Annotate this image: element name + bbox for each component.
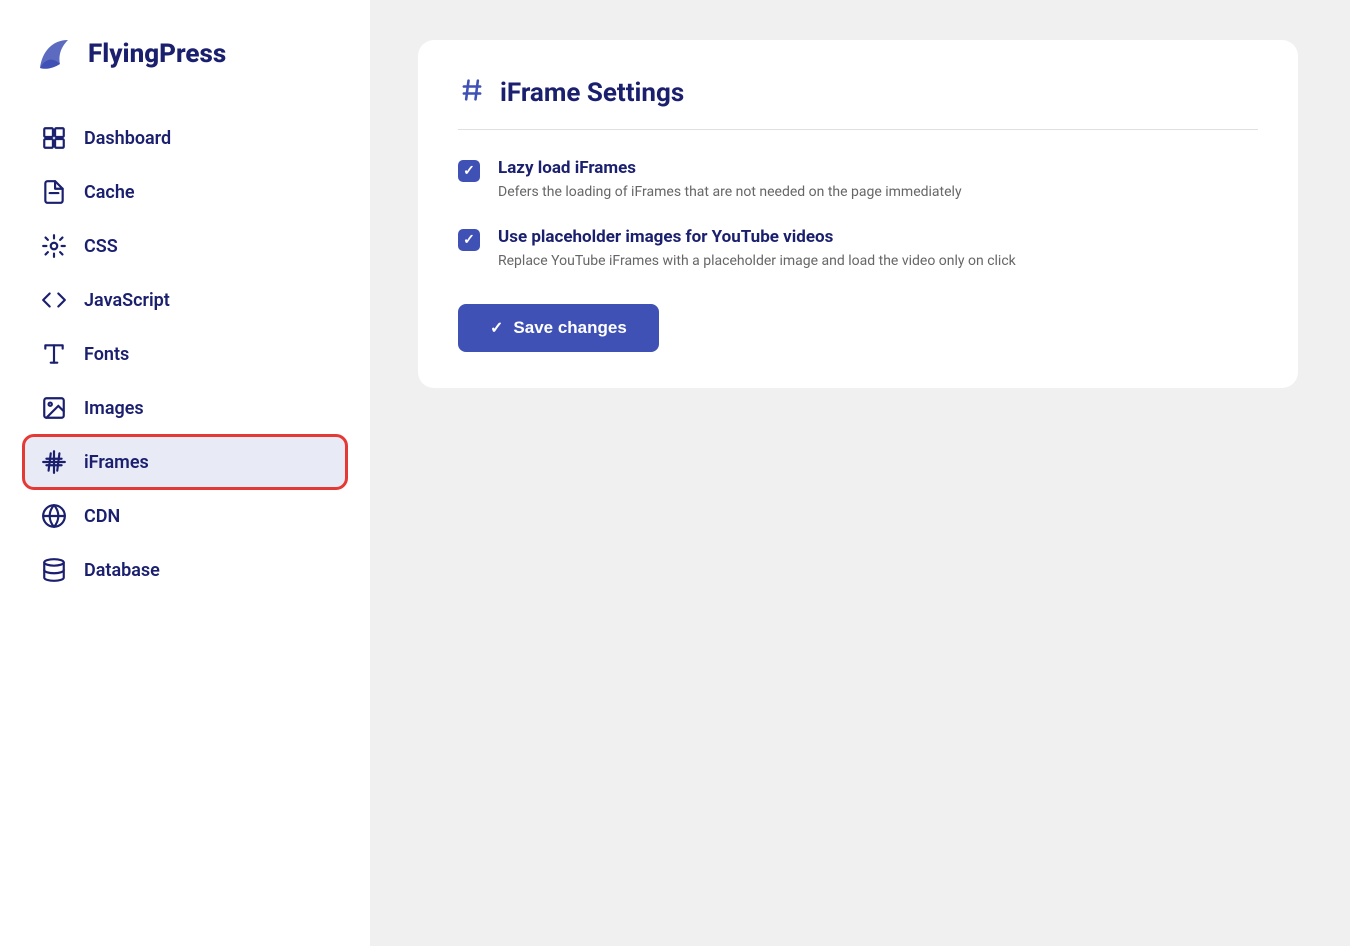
javascript-icon: [40, 286, 68, 314]
iframes-icon: [40, 448, 68, 476]
settings-section: ✓ Lazy load iFrames Defers the loading o…: [458, 158, 1258, 272]
logo-icon: [32, 32, 76, 76]
setting-text-placeholder: Use placeholder images for YouTube video…: [498, 227, 1016, 272]
save-button-label: Save changes: [513, 318, 626, 338]
sidebar-item-javascript[interactable]: JavaScript: [24, 274, 346, 326]
save-check-icon: ✓: [490, 318, 503, 338]
dashboard-icon: [40, 124, 68, 152]
setting-desc-lazy-load: Defers the loading of iFrames that are n…: [498, 182, 962, 203]
cdn-icon: [40, 502, 68, 530]
sidebar: FlyingPress Dashboard: [0, 0, 370, 946]
checkbox-placeholder[interactable]: ✓: [458, 229, 480, 251]
css-icon: [40, 232, 68, 260]
sidebar-item-cdn-label: CDN: [84, 506, 120, 527]
sidebar-item-iframes[interactable]: iFrames: [24, 436, 346, 488]
checkmark-lazy-load: ✓: [463, 163, 475, 179]
setting-text-lazy-load: Lazy load iFrames Defers the loading of …: [498, 158, 962, 203]
page-title-icon: [458, 76, 486, 109]
logo-area: FlyingPress: [24, 32, 346, 76]
database-icon: [40, 556, 68, 584]
setting-label-placeholder: Use placeholder images for YouTube video…: [498, 227, 1016, 247]
page-title: iFrame Settings: [500, 78, 684, 108]
nav-list: Dashboard Cache CSS: [24, 112, 346, 596]
images-icon: [40, 394, 68, 422]
sidebar-item-iframes-label: iFrames: [84, 452, 149, 473]
checkbox-lazy-load-box[interactable]: ✓: [458, 160, 480, 182]
sidebar-item-database-label: Database: [84, 560, 160, 581]
app-name: FlyingPress: [88, 39, 226, 69]
cache-icon: [40, 178, 68, 206]
sidebar-item-cache-label: Cache: [84, 182, 135, 203]
settings-card: iFrame Settings ✓ Lazy load iFrames Defe…: [418, 40, 1298, 388]
sidebar-item-cache[interactable]: Cache: [24, 166, 346, 218]
card-title-row: iFrame Settings: [458, 76, 1258, 130]
sidebar-item-fonts-label: Fonts: [84, 344, 129, 365]
sidebar-item-css[interactable]: CSS: [24, 220, 346, 272]
sidebar-item-css-label: CSS: [84, 236, 118, 257]
setting-row-placeholder: ✓ Use placeholder images for YouTube vid…: [458, 227, 1258, 272]
sidebar-item-javascript-label: JavaScript: [84, 290, 170, 311]
sidebar-item-dashboard[interactable]: Dashboard: [24, 112, 346, 164]
checkbox-lazy-load[interactable]: ✓: [458, 160, 480, 182]
sidebar-item-dashboard-label: Dashboard: [84, 128, 171, 149]
setting-label-lazy-load: Lazy load iFrames: [498, 158, 962, 178]
checkmark-placeholder: ✓: [463, 232, 475, 248]
sidebar-item-database[interactable]: Database: [24, 544, 346, 596]
sidebar-item-fonts[interactable]: Fonts: [24, 328, 346, 380]
setting-desc-placeholder: Replace YouTube iFrames with a placehold…: [498, 251, 1016, 272]
main-content: iFrame Settings ✓ Lazy load iFrames Defe…: [370, 0, 1350, 946]
sidebar-item-images-label: Images: [84, 398, 144, 419]
setting-row-lazy-load: ✓ Lazy load iFrames Defers the loading o…: [458, 158, 1258, 203]
sidebar-item-images[interactable]: Images: [24, 382, 346, 434]
sidebar-item-cdn[interactable]: CDN: [24, 490, 346, 542]
checkbox-placeholder-box[interactable]: ✓: [458, 229, 480, 251]
fonts-icon: [40, 340, 68, 368]
save-button[interactable]: ✓ Save changes: [458, 304, 659, 352]
